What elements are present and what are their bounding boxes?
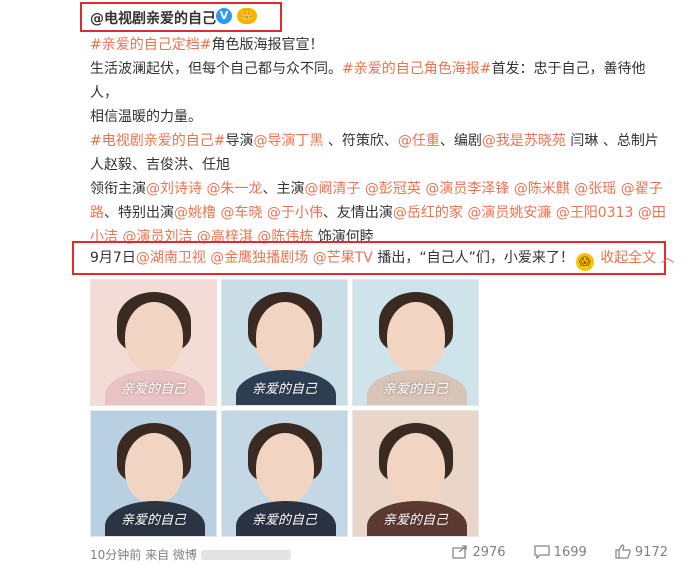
like-count: 9172	[634, 545, 668, 560]
mention-link[interactable]: @演员李泽锋	[425, 181, 509, 197]
poster-face	[256, 433, 314, 503]
scream-emoji-icon: 😱	[575, 253, 594, 271]
poster-face	[387, 302, 445, 372]
post-text: 、主演	[262, 181, 305, 197]
mention-link[interactable]: @我是苏晓苑	[482, 133, 566, 149]
mention-link[interactable]: @车晓	[220, 205, 262, 221]
verified-icon: V	[216, 8, 232, 24]
mention-link[interactable]: @田	[638, 205, 666, 221]
mention-link[interactable]: @彭冠英	[365, 181, 421, 197]
post-meta: 10分钟前 来自 微博	[90, 546, 291, 563]
action-bar: 2976 1699 9172	[428, 544, 668, 560]
poster-title: 亲爱的自己	[382, 382, 448, 397]
mention-link[interactable]: @任重	[398, 133, 440, 149]
post-text: 、友情出演	[322, 205, 393, 221]
post-line-7: 路、特别出演@姚橹 @车晓 @于小伟、友情出演@岳红的家 @演员姚安濂 @王阳0…	[90, 201, 670, 225]
repost-icon	[452, 545, 468, 559]
mention-link[interactable]: @翟子	[621, 181, 663, 197]
mention-link[interactable]: @朱一龙	[206, 181, 262, 197]
blurred-source	[200, 550, 291, 560]
post-text: 领衔主演	[90, 181, 146, 197]
post-line-4: #电视剧亲爱的自己#导演@导演丁黑 、符策欣、@任重、编剧@我是苏晓苑 闫琳 、…	[90, 129, 670, 153]
post-text: 生活波澜起伏，但每个自己都与众不同。	[90, 61, 342, 77]
mention-link[interactable]: @芒果TV	[313, 250, 373, 266]
poster-face	[256, 302, 314, 372]
hashtag-link[interactable]: #亲爱的自己角色海报#	[342, 61, 491, 77]
mention-link[interactable]: @张瑶	[574, 181, 616, 197]
like-button[interactable]: 9172	[615, 544, 668, 560]
poster-image[interactable]: 亲爱的自己	[90, 279, 217, 406]
broadcast-line: 9月7日@湖南卫视 @金鹰独播剧场 @芒果TV 播出，“自己人”们，小爱来了！ 😱…	[90, 247, 675, 271]
post-body: #亲爱的自己定档#角色版海报官宣！ 生活波澜起伏，但每个自己都与众不同。#亲爱的…	[90, 33, 670, 249]
thumbs-up-icon	[615, 544, 631, 559]
mention-link[interactable]: @于小伟	[267, 205, 323, 221]
poster-image[interactable]: 亲爱的自己	[90, 410, 217, 537]
poster-face	[125, 433, 183, 503]
mention-link[interactable]: @演员姚安濂	[467, 205, 551, 221]
post-text: 导演	[225, 133, 254, 149]
poster-title: 亲爱的自己	[382, 513, 448, 528]
poster-image[interactable]: 亲爱的自己	[352, 410, 479, 537]
comment-button[interactable]: 1699	[534, 545, 587, 560]
broadcast-text: 播出，“自己人”们，小爱来了！	[377, 250, 574, 266]
post-text: 、特别出演	[104, 205, 174, 221]
broadcast-date: 9月7日	[90, 250, 136, 266]
post-text: 、符策欣、	[327, 133, 398, 149]
poster-face	[387, 433, 445, 503]
poster-image[interactable]: 亲爱的自己	[352, 279, 479, 406]
mention-link[interactable]: @阚清子	[304, 181, 360, 197]
poster-grid: 亲爱的自己 亲爱的自己 亲爱的自己 亲爱的自己 亲爱的自己 亲爱的自己	[90, 279, 480, 538]
mention-link[interactable]: @岳红的家	[393, 205, 463, 221]
post-line-3: 相信温暖的力量。	[90, 105, 670, 129]
mention-link[interactable]: @陈米麒	[514, 181, 570, 197]
mention-link[interactable]: @金鹰独播剧场	[210, 250, 308, 266]
mention-link[interactable]: 路	[90, 205, 104, 221]
post-text: 相信温暖的力量。	[90, 109, 202, 125]
poster-image[interactable]: 亲爱的自己	[221, 279, 348, 406]
hashtag-link[interactable]: #亲爱的自己定档#	[90, 37, 211, 53]
mention-link[interactable]: @导演丁黑	[253, 133, 323, 149]
collapse-text-button[interactable]: 收起全文 ︿	[600, 250, 674, 266]
mention-link[interactable]: @湖南卫视	[136, 250, 206, 266]
hashtag-link[interactable]: #电视剧亲爱的自己#	[90, 133, 225, 149]
comment-icon	[534, 545, 550, 560]
post-text: 角色版海报官宣！	[211, 37, 324, 53]
comment-count: 1699	[553, 545, 587, 560]
poster-title: 亲爱的自己	[120, 513, 186, 528]
poster-image[interactable]: 亲爱的自己	[221, 410, 348, 537]
poster-title: 亲爱的自己	[251, 382, 317, 397]
poster-face	[125, 302, 183, 372]
post-text: 、编剧	[439, 133, 482, 149]
mention-link[interactable]: @王阳0313	[556, 205, 634, 221]
mention-link[interactable]: @姚橹	[174, 205, 216, 221]
post-text: 人赵毅、吉俊洪、任旭	[90, 157, 230, 173]
mention-link[interactable]: @刘诗诗	[146, 181, 202, 197]
repost-button[interactable]: 2976	[452, 545, 506, 560]
post-line-5: 人赵毅、吉俊洪、任旭	[90, 153, 670, 177]
poster-title: 亲爱的自己	[251, 513, 317, 528]
level-badge-icon: 👑	[237, 8, 257, 24]
post-text: 闫琳 、总制片	[570, 133, 659, 149]
repost-count: 2976	[472, 545, 506, 560]
post-source[interactable]: 来自 微博	[145, 548, 197, 562]
post-time[interactable]: 10分钟前	[90, 548, 141, 562]
poster-title: 亲爱的自己	[120, 382, 186, 397]
author-name[interactable]: @电视剧亲爱的自己	[90, 8, 216, 28]
post-line-1: #亲爱的自己定档#角色版海报官宣！	[90, 33, 670, 57]
post-line-2: 生活波澜起伏，但每个自己都与众不同。#亲爱的自己角色海报#首发：忠于自己，善待他…	[90, 57, 670, 105]
post-line-6: 领衔主演@刘诗诗 @朱一龙、主演@阚清子 @彭冠英 @演员李泽锋 @陈米麒 @张…	[90, 177, 670, 201]
